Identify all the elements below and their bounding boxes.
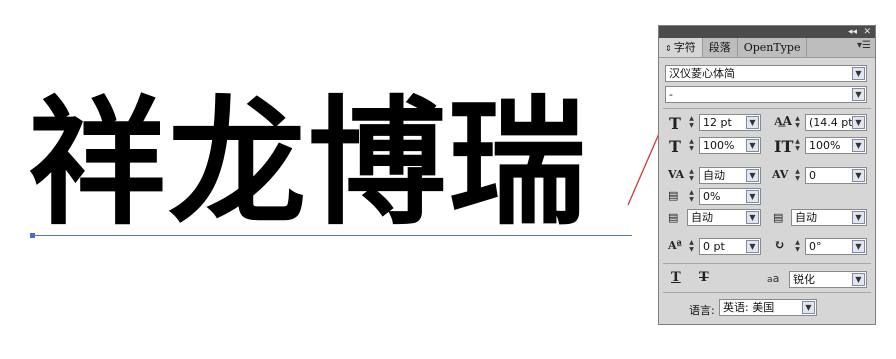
kerning-stepper[interactable]: ▲ ▼ bbox=[687, 168, 696, 183]
chevron-down-icon[interactable]: ▼ bbox=[746, 116, 759, 129]
tracking-stepper[interactable]: ▲ ▼ bbox=[793, 168, 802, 183]
font-family-select[interactable]: 汉仪菱心体简 ▼ bbox=[665, 65, 867, 82]
collapse-icon[interactable]: ◂◂ bbox=[848, 26, 857, 38]
panel-tabs: ⇕ 字符 段落 OpenType ▾☰ bbox=[659, 38, 875, 58]
tab-paragraph[interactable]: 段落 bbox=[703, 38, 738, 57]
tab-character[interactable]: ⇕ 字符 bbox=[659, 38, 703, 57]
font-style-select[interactable]: - ▼ bbox=[665, 86, 867, 103]
close-icon[interactable]: ✕ bbox=[863, 26, 871, 38]
language-value: 英语: 美国 bbox=[723, 301, 775, 314]
language-label: 语言: bbox=[689, 304, 715, 317]
chevron-down-icon[interactable]: ▼ bbox=[746, 190, 759, 203]
tracking-icon: AV bbox=[772, 168, 789, 181]
chevron-down-icon[interactable]: ▼ bbox=[746, 169, 759, 182]
rotation-stepper[interactable]: ▲ ▼ bbox=[793, 239, 802, 254]
chevron-down-icon[interactable]: ▼ bbox=[852, 88, 865, 101]
antialias-icon: aa bbox=[767, 272, 780, 285]
aki-right-value: 自动 bbox=[795, 211, 817, 224]
leading-value: (14.4 pt) bbox=[809, 116, 857, 129]
font-size-icon: T bbox=[669, 114, 681, 133]
artwork-text[interactable]: 祥龙博瑞 bbox=[28, 95, 588, 233]
panel-titlebar[interactable]: ◂◂ ✕ bbox=[659, 26, 875, 38]
chevron-down-icon[interactable]: ▼ bbox=[852, 273, 865, 286]
chevron-down-icon[interactable]: ▼ bbox=[746, 240, 759, 253]
tracking-select[interactable]: 0 ▼ bbox=[805, 167, 867, 184]
vertical-scale-value: 100% bbox=[703, 139, 735, 152]
divider bbox=[663, 263, 871, 264]
vertical-scale-input[interactable]: 100% ▼ bbox=[699, 137, 761, 154]
tsume-icon: ▤ bbox=[668, 189, 679, 202]
character-panel: ◂◂ ✕ ⇕ 字符 段落 OpenType ▾☰ 汉仪菱心体简 ▼ - ▼ T ▲… bbox=[658, 25, 876, 325]
divider bbox=[663, 108, 871, 109]
font-style-value: - bbox=[669, 88, 673, 101]
horizontal-scale-stepper[interactable]: ▲ ▼ bbox=[793, 138, 802, 153]
antialias-label: a bbox=[772, 272, 780, 285]
aki-right-select[interactable]: 自动 ▼ bbox=[791, 209, 867, 226]
kerning-value: 自动 bbox=[703, 169, 725, 182]
divider bbox=[663, 292, 871, 293]
chevron-down-icon[interactable]: ▼ bbox=[852, 67, 865, 80]
vertical-scale-icon: T bbox=[669, 137, 681, 156]
baseline-shift-value: 0 pt bbox=[703, 240, 725, 253]
vertical-scale-stepper[interactable]: ▲ ▼ bbox=[687, 138, 696, 153]
tracking-value: 0 bbox=[809, 169, 816, 182]
kerning-select[interactable]: 自动 ▼ bbox=[699, 167, 761, 184]
aki-left-value: 自动 bbox=[691, 211, 713, 224]
antialias-value: 锐化 bbox=[793, 273, 815, 286]
panel-menu-icon[interactable]: ▾☰ bbox=[857, 40, 871, 51]
tsume-value: 0% bbox=[703, 190, 721, 203]
horizontal-scale-value: 100% bbox=[809, 139, 841, 152]
chevron-down-icon[interactable]: ▼ bbox=[852, 116, 865, 129]
font-size-value: 12 pt bbox=[703, 116, 732, 129]
tab-paragraph-label: 段落 bbox=[708, 41, 731, 54]
leading-input[interactable]: (14.4 pt) ▼ bbox=[805, 114, 867, 131]
rotation-input[interactable]: 0° ▼ bbox=[805, 238, 867, 255]
canvas-artboard[interactable]: 祥龙博瑞 bbox=[0, 0, 640, 359]
rotation-value: 0° bbox=[809, 240, 822, 253]
tab-character-label: 字符 bbox=[673, 41, 696, 54]
expand-arrows-icon: ⇕ bbox=[665, 44, 672, 53]
aki-left-icon: ▤ bbox=[668, 211, 679, 224]
chevron-down-icon[interactable]: ▼ bbox=[852, 169, 865, 182]
chevron-down-icon[interactable]: ▼ bbox=[852, 139, 865, 152]
aki-right-icon: ▤ bbox=[773, 211, 784, 224]
chevron-down-icon[interactable]: ▼ bbox=[802, 301, 815, 314]
chevron-down-icon[interactable]: ▼ bbox=[852, 240, 865, 253]
chevron-down-icon[interactable]: ▼ bbox=[746, 139, 759, 152]
horizontal-scale-icon: IT bbox=[774, 137, 794, 156]
leading-icon: A͟A bbox=[774, 114, 792, 128]
aki-left-select[interactable]: 自动 ▼ bbox=[687, 209, 761, 226]
chevron-down-icon[interactable]: ▼ bbox=[852, 211, 865, 224]
tab-opentype[interactable]: OpenType bbox=[738, 38, 808, 57]
font-family-value: 汉仪菱心体简 bbox=[669, 67, 735, 80]
horizontal-scale-input[interactable]: 100% ▼ bbox=[805, 137, 867, 154]
antialias-select[interactable]: 锐化 ▼ bbox=[789, 271, 867, 288]
kerning-icon: VA bbox=[668, 168, 685, 181]
language-select[interactable]: 英语: 美国 ▼ bbox=[719, 299, 817, 316]
leading-stepper[interactable]: ▲ ▼ bbox=[793, 115, 802, 130]
tab-opentype-label: OpenType bbox=[743, 41, 801, 54]
baseline-shift-icon: Aª bbox=[668, 239, 682, 252]
character-rotation-icon: ↻ bbox=[774, 238, 785, 253]
chevron-down-icon[interactable]: ▼ bbox=[746, 211, 759, 224]
tsume-stepper[interactable]: ▲ ▼ bbox=[687, 189, 696, 204]
font-size-input[interactable]: 12 pt ▼ bbox=[699, 114, 761, 131]
baseline-shift-input[interactable]: 0 pt ▼ bbox=[699, 238, 761, 255]
strikethrough-icon[interactable]: T bbox=[699, 270, 709, 285]
underline-icon[interactable]: T bbox=[671, 270, 681, 285]
tsume-select[interactable]: 0% ▼ bbox=[699, 188, 761, 205]
font-size-stepper[interactable]: ▲ ▼ bbox=[687, 115, 696, 130]
baseline-shift-stepper[interactable]: ▲ ▼ bbox=[687, 239, 696, 254]
